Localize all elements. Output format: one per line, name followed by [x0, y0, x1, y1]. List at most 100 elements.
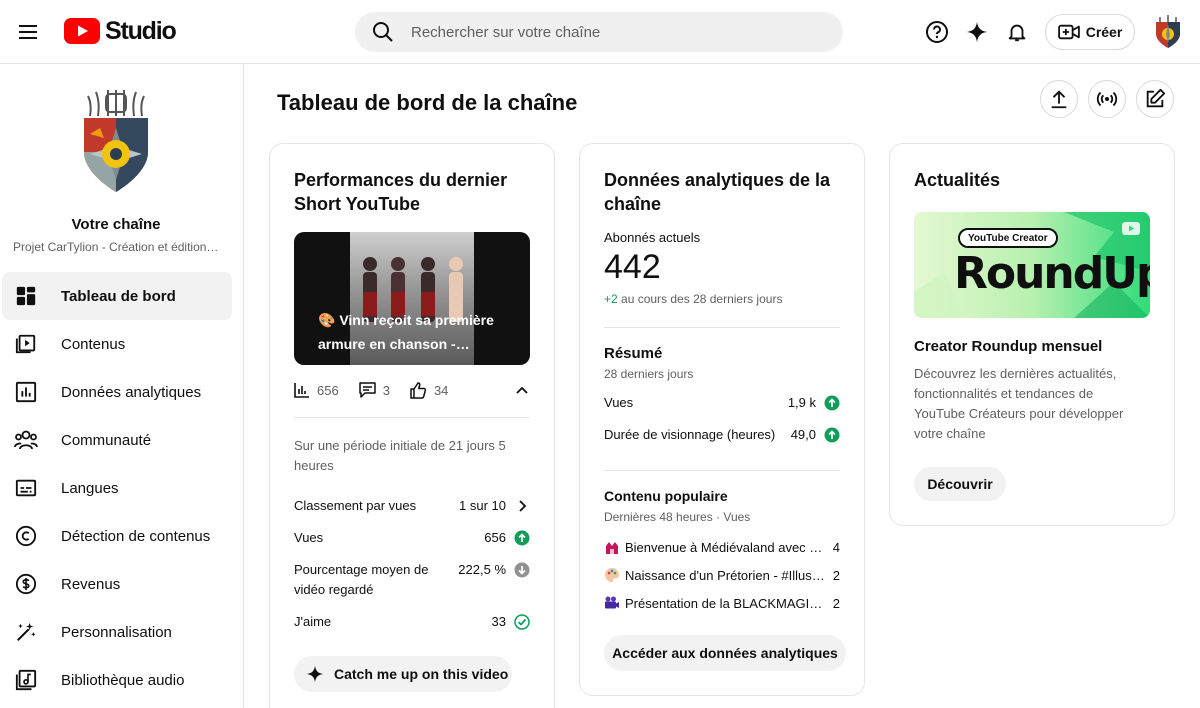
metric-label: J'aime [294, 614, 332, 629]
sidebar-item-audio-library[interactable]: Bibliothèque audio [2, 656, 232, 704]
metric-value: 222,5 % [458, 562, 506, 577]
channel-name: Projet CarTylion - Création et édition… [13, 240, 219, 254]
news-card: Actualités YouTube Creator RoundUp Creat… [889, 143, 1175, 526]
magic-wand-icon [17, 622, 36, 641]
metric-value: 33 [491, 614, 506, 629]
sidebar-item-label: Contenus [61, 335, 126, 353]
sidebar-item-content[interactable]: Contenus [2, 320, 232, 368]
summary-value: 49,0 [790, 427, 816, 442]
top-bar: Studio Créer [0, 0, 1200, 64]
edit-icon [1146, 88, 1166, 108]
metric-value: 1 sur 10 [459, 498, 506, 513]
studio-logo[interactable]: Studio [64, 16, 177, 46]
metric-label: Classement par vues [294, 498, 417, 513]
sidebar-item-content-detection[interactable]: Détection de contenus [2, 512, 232, 560]
sidebar-item-label: Communauté [61, 431, 152, 449]
likes-stat: 34 [410, 381, 448, 399]
search-bar[interactable] [355, 12, 843, 52]
bar-chart-icon [294, 383, 309, 398]
copyright-icon [15, 525, 37, 547]
menu-button[interactable] [8, 12, 48, 52]
sidebar-item-community[interactable]: Communauté [2, 416, 232, 464]
youtube-play-icon [64, 18, 100, 44]
chevron-up-icon[interactable] [514, 382, 530, 398]
latest-short-card: Performances du dernier Short YouTube 🎨 … [269, 143, 555, 708]
video-thumbnail[interactable]: 🎨 Vinn reçoit sa première armure en chan… [294, 232, 530, 365]
summary-label: Vues [604, 395, 634, 410]
channel-analytics-card: Données analytiques de la chaîne Abonnés… [579, 143, 865, 696]
create-button[interactable]: Créer [1045, 14, 1135, 50]
popular-value: 2 [832, 595, 840, 611]
sidebar: Votre chaîne Projet CarTylion - Création… [0, 64, 244, 708]
metric-value: 656 [484, 530, 506, 545]
search-input[interactable] [411, 23, 811, 41]
divider [604, 470, 840, 471]
news-banner[interactable]: YouTube Creator RoundUp [914, 212, 1150, 318]
sidebar-item-customization[interactable]: Personnalisation [2, 608, 232, 656]
arrow-up-circle-icon [824, 427, 840, 443]
popular-row[interactable]: Présentation de la BLACKMAGIC… 2 [604, 593, 840, 613]
sidebar-item-label: Bibliothèque audio [61, 671, 185, 689]
help-button[interactable] [917, 12, 957, 52]
notifications-button[interactable] [997, 12, 1037, 52]
arrow-down-circle-icon [514, 562, 530, 578]
check-circle-icon [514, 614, 530, 630]
live-broadcast-icon [1096, 91, 1118, 107]
popular-value: 2 [832, 567, 840, 583]
ai-sparkle-button[interactable] [957, 12, 997, 52]
news-item-description: Découvrez les dernières actualités, fonc… [914, 366, 1124, 441]
summary-period: 28 derniers jours [604, 367, 694, 381]
arrow-up-circle-icon [824, 395, 840, 411]
news-banner-text: RoundUp [954, 248, 1150, 299]
catch-up-button[interactable]: Catch me up on this video [294, 656, 512, 692]
subscribers-delta-text: au cours des 28 derniers jours [617, 292, 783, 306]
sidebar-item-label: Détection de contenus [61, 527, 211, 545]
page-title: Tableau de bord de la chaîne [277, 90, 578, 115]
sparkle-icon [966, 21, 988, 43]
sidebar-item-dashboard[interactable]: Tableau de bord [2, 272, 232, 320]
subscribers-delta-row: +2 au cours des 28 derniers jours [604, 292, 782, 306]
popular-row[interactable]: Naissance d'un Prétorien - #Illust… 2 [604, 565, 840, 585]
create-label: Créer [1085, 24, 1123, 40]
card-title: Données analytiques de la chaîne [604, 170, 831, 214]
channel-title: Votre chaîne [71, 216, 161, 233]
castle-icon [606, 542, 618, 554]
popular-row[interactable]: Bienvenue à Médiévaland avec la… 4 [604, 537, 840, 557]
sidebar-item-revenue[interactable]: Revenus [2, 560, 232, 608]
palette-icon [605, 568, 619, 582]
popular-title-text: Bienvenue à Médiévaland avec la… [625, 539, 825, 555]
content-icon [15, 334, 36, 354]
summary-value: 1,9 k [787, 395, 816, 410]
views-stat: 656 [294, 382, 339, 398]
popular-title-text: Présentation de la BLACKMAGIC… [625, 595, 825, 611]
video-stats: 656 3 34 [294, 380, 530, 400]
sidebar-item-label: Données analytiques [61, 383, 202, 401]
summary-title: Résumé [604, 345, 663, 362]
sidebar-item-label: Personnalisation [61, 623, 172, 641]
card-title: Actualités [914, 170, 1001, 190]
comments-count: 3 [382, 382, 390, 398]
sidebar-item-languages[interactable]: Langues [2, 464, 232, 512]
bell-icon [1008, 24, 1026, 42]
metric-label: Vues [294, 530, 324, 545]
popular-period: Dernières 48 heures · Vues [604, 510, 751, 524]
sidebar-item-label: Tableau de bord [61, 287, 176, 305]
sidebar-item-analytics[interactable]: Données analytiques [2, 368, 232, 416]
card-title: Performances du dernier Short YouTube [294, 170, 508, 214]
video-caption: 🎨 Vinn reçoit sa première armure en chan… [318, 312, 494, 352]
upload-button[interactable] [1040, 80, 1078, 118]
create-post-button[interactable] [1136, 80, 1174, 118]
go-live-button[interactable] [1088, 80, 1126, 118]
search-icon[interactable] [371, 20, 395, 44]
subtitles-icon [15, 479, 37, 497]
discover-button[interactable]: Découvrir [914, 467, 1006, 501]
go-to-analytics-button[interactable]: Accéder aux données analytiques [604, 635, 846, 671]
movie-camera-icon [605, 596, 619, 609]
channel-avatar[interactable] [66, 88, 166, 200]
subscribers-value: 442 [604, 248, 661, 286]
video-add-icon [1057, 24, 1080, 40]
account-avatar[interactable] [1152, 14, 1184, 50]
channel-crest-icon [1156, 15, 1180, 48]
metric-label: Pourcentage moyen de vidéo regardé [294, 562, 429, 597]
sidebar-item-label: Revenus [61, 575, 121, 593]
